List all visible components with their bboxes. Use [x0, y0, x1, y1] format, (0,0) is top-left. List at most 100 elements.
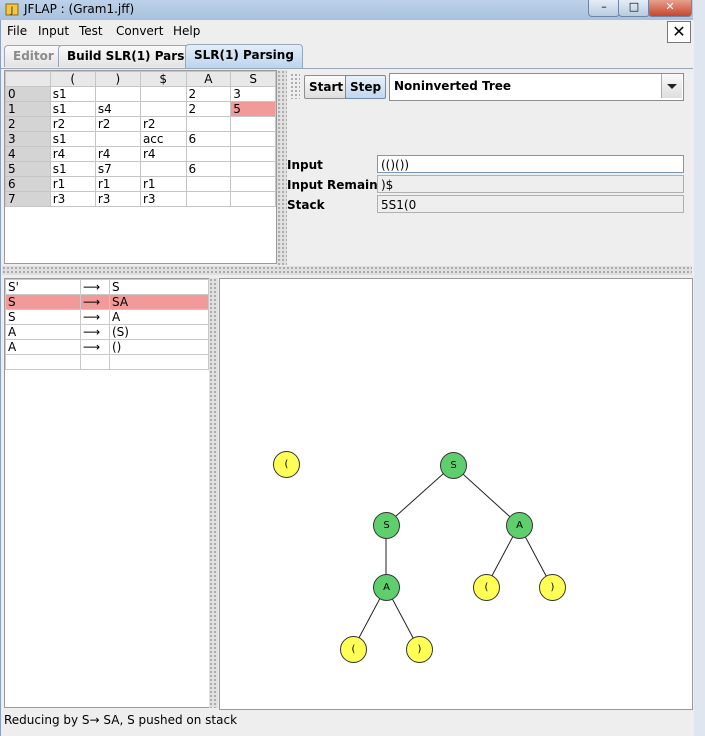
production-lhs[interactable]: A [5, 339, 81, 355]
input-field[interactable]: (()()) [377, 155, 684, 173]
table-cell[interactable] [230, 146, 276, 162]
production-row[interactable] [5, 354, 209, 370]
table-cell[interactable]: s7 [94, 161, 141, 177]
production-row[interactable]: S' ⟶ S [5, 279, 209, 295]
tree-node-lone-paren[interactable]: ( [273, 451, 300, 478]
table-row[interactable]: 4 r4 r4 r4 [5, 146, 276, 162]
tree-node-a-under-s[interactable]: A [373, 574, 400, 601]
window-close-button[interactable]: ✕ [648, 0, 692, 17]
table-cell[interactable] [139, 101, 187, 117]
table-cell[interactable]: 6 [185, 131, 232, 147]
maximize-button[interactable]: □ [618, 0, 650, 17]
toolbar-grip[interactable] [290, 73, 300, 99]
table-cell[interactable] [185, 146, 232, 162]
table-row[interactable]: 0 s1 2 3 [5, 86, 276, 102]
table-cell[interactable] [94, 131, 141, 147]
vertical-split-handle[interactable] [277, 70, 287, 265]
production-lhs[interactable] [5, 354, 81, 370]
minimize-button[interactable]: – [588, 0, 620, 17]
menu-convert[interactable]: Convert [116, 21, 163, 41]
production-rhs[interactable]: (S) [109, 324, 209, 340]
production-rhs[interactable]: A [109, 309, 209, 325]
table-row[interactable]: 3 s1 acc 6 [5, 131, 276, 147]
table-cell[interactable]: r4 [49, 146, 96, 162]
table-cell[interactable]: 2 [185, 101, 232, 117]
table-cell[interactable]: r3 [49, 191, 96, 207]
table-cell[interactable]: r1 [49, 176, 96, 192]
lower-split-handle[interactable] [209, 278, 218, 708]
table-cell[interactable]: 3 [230, 86, 276, 102]
production-row[interactable]: A ⟶ () [5, 339, 209, 355]
production-lhs[interactable]: S [5, 294, 81, 310]
table-cell[interactable] [185, 191, 232, 207]
menu-file[interactable]: File [7, 21, 27, 41]
production-row[interactable]: A ⟶ (S) [5, 324, 209, 340]
table-cell[interactable] [230, 116, 276, 132]
table-cell[interactable]: r1 [139, 176, 187, 192]
production-rhs[interactable]: SA [109, 294, 209, 310]
close-tab-button[interactable]: ✕ [667, 21, 691, 43]
input-remaining-field: )$ [377, 175, 684, 193]
table-cell[interactable] [94, 86, 141, 102]
step-button[interactable]: Step [345, 75, 387, 99]
table-cell[interactable]: r3 [139, 191, 187, 207]
productions-pane: S' ⟶ S S ⟶ SA S ⟶ A A ⟶ (S) A ⟶ () [4, 278, 210, 708]
production-lhs[interactable]: S' [5, 279, 81, 295]
production-row[interactable]: S ⟶ A [5, 309, 209, 325]
table-cell[interactable]: r2 [49, 116, 96, 132]
menu-bar [1, 20, 693, 42]
tab-slr-parsing[interactable]: SLR(1) Parsing [185, 44, 303, 68]
table-cell[interactable]: s1 [49, 161, 96, 177]
table-cell[interactable]: s1 [49, 131, 96, 147]
table-cell[interactable] [185, 116, 232, 132]
tree-node-paren-close-right[interactable]: ) [539, 574, 566, 601]
tree-node-paren-open-left[interactable]: ( [340, 636, 367, 663]
view-select-value: Noninverted Tree [394, 79, 512, 93]
table-cell[interactable]: r2 [139, 116, 187, 132]
table-cell[interactable]: 2 [185, 86, 232, 102]
table-cell[interactable]: r3 [94, 191, 141, 207]
horizontal-split-handle[interactable] [2, 266, 692, 275]
start-button[interactable]: Start [304, 75, 349, 99]
table-row[interactable]: 2 r2 r2 r2 [5, 116, 276, 132]
production-rhs[interactable]: () [109, 339, 209, 355]
tree-node-a-right[interactable]: A [506, 512, 533, 539]
table-cell[interactable]: r4 [94, 146, 141, 162]
table-row[interactable]: 7 r3 r3 r3 [5, 191, 276, 207]
menu-test[interactable]: Test [79, 21, 103, 41]
highlighted-table-cell[interactable]: 5 [230, 101, 276, 117]
table-cell[interactable]: r2 [94, 116, 141, 132]
table-cell[interactable]: acc [139, 131, 187, 147]
table-cell[interactable] [185, 176, 232, 192]
table-cell[interactable]: 6 [185, 161, 232, 177]
table-cell[interactable] [230, 191, 276, 207]
table-cell[interactable] [230, 131, 276, 147]
table-cell[interactable]: r4 [139, 146, 187, 162]
menu-help[interactable]: Help [173, 21, 200, 41]
production-lhs[interactable]: S [5, 309, 81, 325]
table-row[interactable]: 5 s1 s7 6 [5, 161, 276, 177]
table-cell[interactable] [139, 161, 187, 177]
table-row[interactable]: 6 r1 r1 r1 [5, 176, 276, 192]
tab-build-slr-parse[interactable]: Build SLR(1) Parse [58, 45, 202, 67]
table-cell[interactable] [230, 176, 276, 192]
tree-node-paren-open-right[interactable]: ( [473, 574, 500, 601]
table-cell[interactable]: r1 [94, 176, 141, 192]
tree-node-root[interactable]: S [440, 452, 467, 479]
tree-node-s-left[interactable]: S [373, 512, 400, 539]
table-cell[interactable] [230, 161, 276, 177]
table-cell[interactable]: s4 [94, 101, 141, 117]
tree-node-paren-close-left[interactable]: ) [406, 636, 433, 663]
table-cell[interactable]: s1 [49, 86, 96, 102]
table-cell[interactable] [139, 86, 187, 102]
table-cell[interactable]: s1 [49, 101, 96, 117]
production-row[interactable]: S ⟶ SA [5, 294, 209, 310]
table-row[interactable]: 1 s1 s4 2 5 [5, 101, 276, 117]
menu-input[interactable]: Input [38, 21, 69, 41]
production-rhs[interactable]: S [109, 279, 209, 295]
production-rhs[interactable] [109, 354, 209, 370]
chevron-down-icon[interactable] [661, 74, 682, 98]
productions-table: S' ⟶ S S ⟶ SA S ⟶ A A ⟶ (S) A ⟶ () [5, 279, 209, 370]
production-lhs[interactable]: A [5, 324, 81, 340]
tab-editor[interactable]: Editor [4, 45, 63, 67]
